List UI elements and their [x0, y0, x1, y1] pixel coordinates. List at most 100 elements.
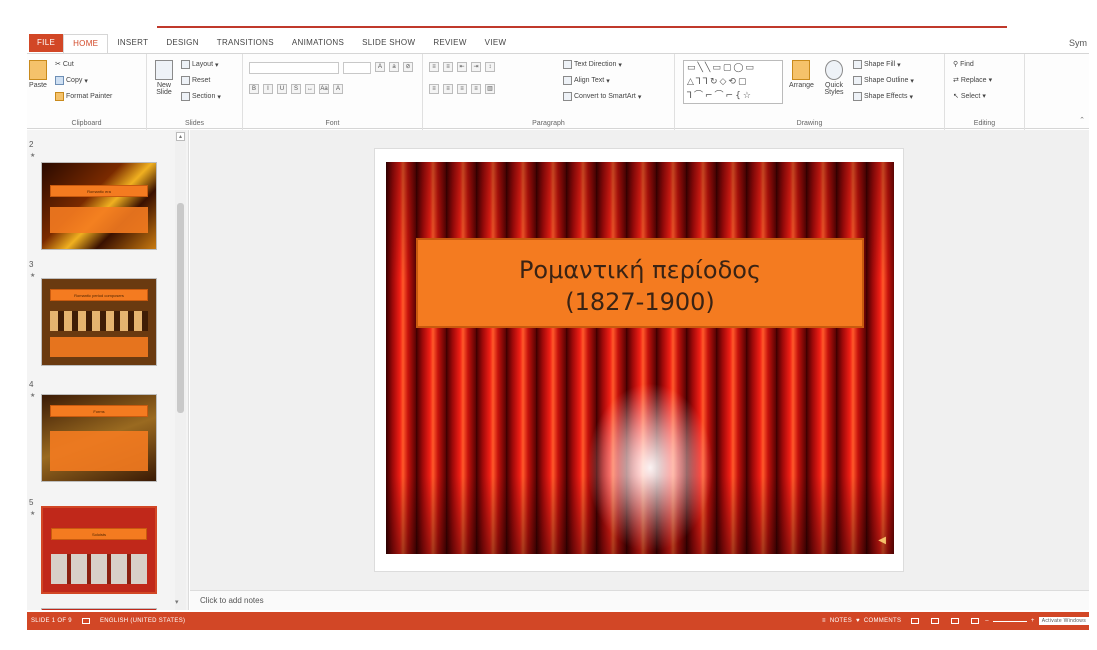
- shapes-gallery[interactable]: ▭╲╲▭▢◯▭ △⅂⅂↻◇⟲▢ ⅂⌒⌐⌒⌐{☆: [683, 60, 783, 104]
- notes-pane[interactable]: Click to add notes: [190, 590, 1089, 610]
- align-right-icon[interactable]: ≡: [457, 84, 467, 94]
- convert-smartart-button[interactable]: Convert to SmartArt ▾: [563, 92, 641, 101]
- thumbnail-number: 3: [29, 260, 34, 269]
- font-name-combo[interactable]: [249, 62, 339, 74]
- shape-fill-button[interactable]: Shape Fill ▾: [853, 60, 901, 69]
- font-color-icon[interactable]: A: [333, 84, 343, 94]
- thumbnail-content-box: [50, 431, 148, 471]
- quick-styles-label: Quick Styles: [824, 82, 844, 96]
- slide-thumbnail-6[interactable]: [41, 608, 157, 610]
- tab-slide-show[interactable]: SLIDE SHOW: [353, 34, 424, 52]
- scroll-up-icon[interactable]: ▴: [176, 132, 185, 141]
- activation-notice: Activate Windows: [1038, 617, 1089, 625]
- zoom-in-icon[interactable]: +: [1031, 618, 1035, 624]
- decrease-indent-icon[interactable]: ⇤: [457, 62, 467, 72]
- cursor-icon: ↖: [953, 93, 959, 100]
- align-left-icon[interactable]: ≡: [429, 84, 439, 94]
- transition-star-icon: ★: [30, 273, 36, 279]
- justify-icon[interactable]: ≡: [471, 84, 481, 94]
- replace-button[interactable]: ⇄ Replace ▾: [953, 76, 992, 85]
- quick-styles-icon: [825, 60, 843, 80]
- align-text-label: Align Text: [574, 77, 605, 84]
- arrange-icon: [792, 60, 811, 80]
- quick-styles-button[interactable]: Quick Styles: [821, 60, 847, 96]
- tab-design[interactable]: DESIGN: [157, 34, 207, 52]
- change-case-icon[interactable]: Aa: [319, 84, 329, 94]
- shape-effects-button[interactable]: Shape Effects ▾: [853, 92, 913, 101]
- new-slide-label: New Slide: [156, 82, 172, 96]
- slide-thumbnail-2[interactable]: Romantic era: [41, 162, 157, 250]
- shape-outline-button[interactable]: Shape Outline ▾: [853, 76, 914, 85]
- strikethrough-icon[interactable]: S: [291, 84, 301, 94]
- layout-button[interactable]: Layout ▾: [181, 60, 219, 69]
- tab-review[interactable]: REVIEW: [424, 34, 475, 52]
- tab-insert[interactable]: INSERT: [108, 34, 157, 52]
- increase-indent-icon[interactable]: ⇥: [471, 62, 481, 72]
- shrink-font-icon[interactable]: a: [389, 62, 399, 72]
- paste-button[interactable]: Paste: [29, 60, 47, 89]
- find-button[interactable]: ⚲ Find: [953, 60, 974, 69]
- thumbnail-number: 2: [29, 140, 34, 149]
- select-button[interactable]: ↖ Select ▾: [953, 92, 986, 101]
- thumbnail-title: Romantic period composers: [50, 289, 148, 301]
- layout-icon: [181, 60, 190, 69]
- tab-transitions[interactable]: TRANSITIONS: [208, 34, 283, 52]
- slide-title-box[interactable]: Ρομαντική περίοδος (1827-1900): [416, 238, 864, 328]
- slide-thumbnail-3[interactable]: Romantic period composers: [41, 278, 157, 366]
- slide-title-line-1: Ρομαντική περίοδος: [518, 256, 762, 284]
- format-painter-button[interactable]: Format Painter: [55, 92, 112, 101]
- grow-font-icon[interactable]: A: [375, 62, 385, 72]
- slide-sorter-icon[interactable]: [931, 618, 940, 624]
- format-painter-label: Format Painter: [66, 93, 113, 100]
- font-size-combo[interactable]: [343, 62, 371, 74]
- columns-icon[interactable]: ▥: [485, 84, 495, 94]
- user-name[interactable]: Sym: [1069, 34, 1087, 52]
- tab-file[interactable]: FILE: [29, 34, 64, 52]
- align-center-icon[interactable]: ≡: [443, 84, 453, 94]
- new-slide-button[interactable]: New Slide: [151, 60, 177, 96]
- bullets-icon[interactable]: ≡: [429, 62, 439, 72]
- status-bar: SLIDE 1 OF 9 ENGLISH (UNITED STATES) ≡ N…: [27, 612, 1089, 630]
- section-icon: [181, 92, 190, 101]
- audio-speaker-icon[interactable]: ◀: [878, 535, 886, 546]
- zoom-slider[interactable]: [992, 620, 1027, 622]
- scroll-down-icon[interactable]: ▾: [175, 598, 179, 606]
- text-direction-button[interactable]: Text Direction ▾: [563, 60, 622, 69]
- reading-view-icon[interactable]: [951, 618, 960, 624]
- current-slide[interactable]: Ρομαντική περίοδος (1827-1900) ◀: [386, 162, 894, 554]
- line-spacing-icon[interactable]: ↕: [485, 62, 495, 72]
- cut-button[interactable]: ✂ Cut: [55, 60, 74, 69]
- thumbnails-scrollbar-thumb[interactable]: [177, 203, 184, 413]
- slide-thumbnail-5[interactable]: Soloists: [41, 506, 157, 594]
- bold-icon[interactable]: B: [249, 84, 259, 94]
- tab-home[interactable]: HOME: [63, 33, 109, 53]
- pen-icon: [853, 76, 862, 85]
- normal-view-icon[interactable]: [911, 618, 920, 624]
- notes-toggle[interactable]: NOTES: [826, 618, 856, 624]
- reset-button[interactable]: Reset: [181, 76, 210, 85]
- slideshow-view-icon[interactable]: [971, 618, 980, 624]
- copy-label: Copy: [66, 77, 83, 84]
- language-indicator[interactable]: ENGLISH (UNITED STATES): [96, 618, 189, 624]
- tab-view[interactable]: VIEW: [476, 34, 516, 52]
- thumbnail-number: 4: [29, 380, 34, 389]
- spelling-icon[interactable]: [81, 618, 90, 624]
- arrange-button[interactable]: Arrange: [789, 60, 814, 89]
- align-text-button[interactable]: Align Text ▾: [563, 76, 610, 85]
- comments-toggle[interactable]: COMMENTS: [860, 618, 905, 624]
- tab-animations[interactable]: ANIMATIONS: [283, 34, 353, 52]
- italic-icon[interactable]: I: [263, 84, 273, 94]
- numbering-icon[interactable]: ≡: [443, 62, 453, 72]
- underline-icon[interactable]: U: [277, 84, 287, 94]
- char-spacing-icon[interactable]: ↔: [305, 84, 315, 94]
- clipboard-group-label: Clipboard: [71, 120, 102, 127]
- section-button[interactable]: Section ▾: [181, 92, 221, 101]
- text-direction-label: Text Direction: [574, 61, 617, 68]
- collapse-ribbon-icon[interactable]: ⌃: [1079, 116, 1085, 124]
- select-label: Select: [960, 92, 981, 100]
- clear-format-icon[interactable]: ⊘: [403, 62, 413, 72]
- zoom-out-icon[interactable]: –: [985, 618, 989, 624]
- list-buttons: ≡ ≡ ⇤ ⇥ ↕: [429, 62, 497, 72]
- copy-button[interactable]: Copy ▾: [55, 76, 88, 85]
- slide-thumbnail-4[interactable]: Forms: [41, 394, 157, 482]
